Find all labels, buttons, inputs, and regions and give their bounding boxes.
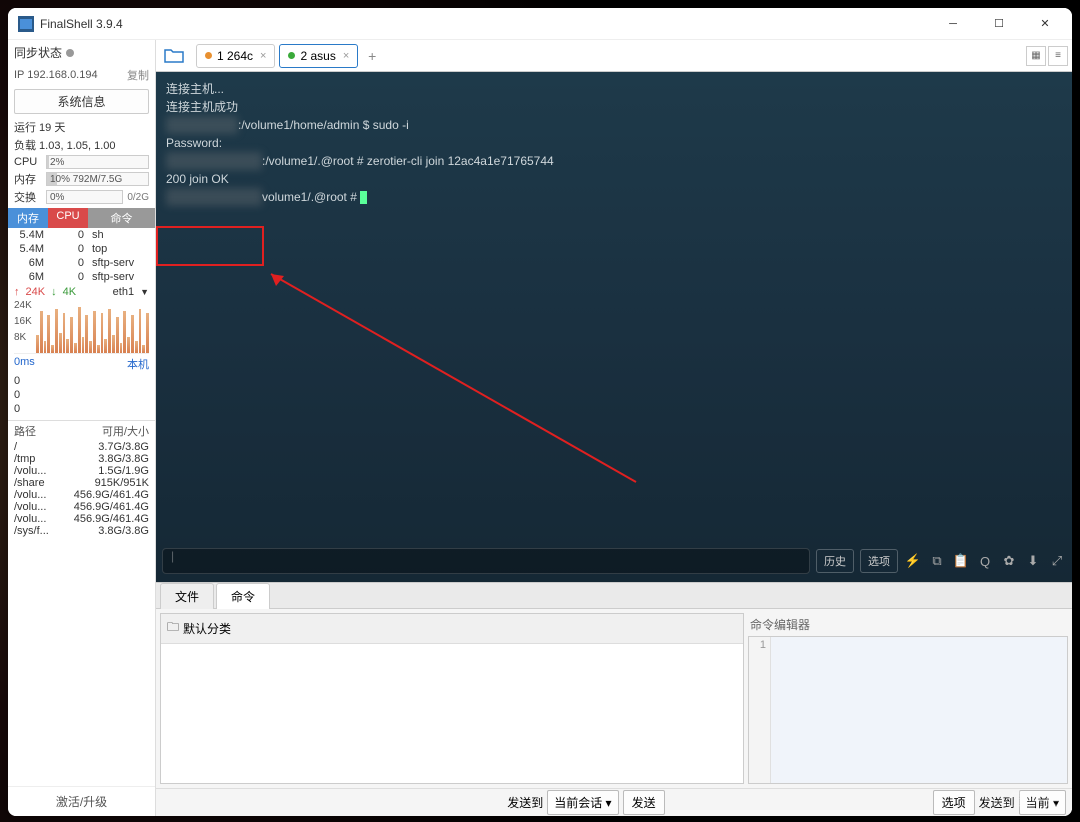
net-interface[interactable]: eth1: [113, 286, 134, 298]
sync-status: 同步状态: [8, 40, 155, 65]
copy-icon[interactable]: ⧉: [928, 553, 946, 569]
process-row[interactable]: 5.4M0top: [8, 242, 155, 256]
close-button[interactable]: ✕: [1022, 8, 1068, 40]
tab-bar: 1 264c×2 asus× + ▦ ≡: [156, 40, 1072, 72]
cpu-bar: 2%: [46, 155, 149, 169]
send-to-label: 发送到: [507, 794, 543, 811]
ping-val: 0: [8, 374, 155, 388]
list-view-button[interactable]: ≡: [1048, 46, 1068, 66]
terminal[interactable]: 连接主机...连接主机成功xxxxxxxxxxxx:/volume1/home/…: [156, 72, 1072, 582]
command-tree[interactable]: 🗀 默认分类: [160, 613, 744, 784]
bottom-panel: 文件 命令 🗀 默认分类 命令编辑器 1: [156, 582, 1072, 816]
send-to-label-2: 发送到: [979, 794, 1015, 811]
editor-gutter: 1: [749, 637, 771, 783]
options-button-2[interactable]: 选项: [933, 790, 975, 815]
disk-row[interactable]: /volu...456.9G/461.4G: [8, 489, 155, 501]
window-title: FinalShell 3.9.4: [40, 17, 930, 31]
close-tab-icon[interactable]: ×: [343, 50, 349, 62]
terminal-output[interactable]: 连接主机...连接主机成功xxxxxxxxxxxx:/volume1/home/…: [156, 72, 1072, 540]
status-dot-icon: [288, 52, 295, 59]
ping-host[interactable]: 本机: [127, 356, 149, 372]
terminal-input[interactable]: |: [162, 548, 810, 574]
process-row[interactable]: 6M0sftp-serv: [8, 270, 155, 284]
app-icon: [18, 16, 34, 32]
copy-ip-link[interactable]: 复制: [127, 67, 149, 83]
disk-row[interactable]: /volu...456.9G/461.4G: [8, 501, 155, 513]
add-tab-button[interactable]: +: [362, 48, 382, 64]
process-row[interactable]: 5.4M0sh: [8, 228, 155, 242]
gear-icon[interactable]: ✿: [1000, 553, 1018, 569]
process-header: 内存 CPU 命令: [8, 208, 155, 228]
ping-val: 0: [8, 388, 155, 402]
swap-bar: 0%: [46, 190, 123, 204]
tab-file[interactable]: 文件: [160, 583, 214, 609]
disk-header: 路径 可用/大小: [8, 420, 155, 441]
highlight-annotation: [156, 226, 264, 266]
ip-address: IP 192.168.0.194: [14, 69, 98, 81]
app-window: FinalShell 3.9.4 ─ ☐ ✕ 同步状态 IP 192.168.0…: [8, 8, 1072, 816]
options-button[interactable]: 选项: [860, 549, 898, 573]
upload-rate: 24K: [26, 286, 46, 298]
lightning-icon[interactable]: ⚡: [904, 553, 922, 569]
disk-row[interactable]: /3.7G/3.8G: [8, 441, 155, 453]
cpu-label: CPU: [14, 156, 42, 168]
default-category[interactable]: 默认分类: [183, 620, 231, 637]
network-chart: 24K 16K 8K: [14, 300, 149, 354]
open-folder-button[interactable]: [160, 44, 188, 68]
expand-icon[interactable]: ⤢: [1048, 553, 1066, 569]
editor-label: 命令编辑器: [748, 613, 1068, 636]
swap-total: 0/2G: [127, 192, 149, 203]
titlebar: FinalShell 3.9.4 ─ ☐ ✕: [8, 8, 1072, 40]
load-average: 负载 1.03, 1.05, 1.00: [8, 136, 155, 154]
chevron-down-icon[interactable]: ▼: [140, 287, 149, 297]
maximize-button[interactable]: ☐: [976, 8, 1022, 40]
session-tab[interactable]: 1 264c×: [196, 44, 275, 68]
status-dot-icon: [205, 52, 212, 59]
session-tab[interactable]: 2 asus×: [279, 44, 358, 68]
paste-icon[interactable]: 📋: [952, 553, 970, 569]
mem-bar: 10% 792M/7.5G: [46, 172, 149, 186]
search-icon[interactable]: Q: [976, 554, 994, 569]
disk-row[interactable]: /volu...456.9G/461.4G: [8, 513, 155, 525]
minimize-button[interactable]: ─: [930, 8, 976, 40]
uptime: 运行 19 天: [8, 118, 155, 136]
disk-row[interactable]: /volu...1.5G/1.9G: [8, 465, 155, 477]
grid-view-button[interactable]: ▦: [1026, 46, 1046, 66]
process-row[interactable]: 6M0sftp-serv: [8, 256, 155, 270]
sync-dot-icon: [66, 49, 74, 57]
sync-label: 同步状态: [14, 44, 62, 61]
history-button[interactable]: 历史: [816, 549, 854, 573]
download-icon[interactable]: ⬇: [1024, 553, 1042, 569]
disk-row[interactable]: /tmp3.8G/3.8G: [8, 453, 155, 465]
system-info-button[interactable]: 系统信息: [14, 89, 149, 114]
activate-upgrade-link[interactable]: 激活/升级: [8, 786, 155, 816]
tab-command[interactable]: 命令: [216, 583, 270, 609]
ping-latency: 0ms: [14, 356, 35, 372]
send-target-select-2[interactable]: 当前 ▾: [1019, 790, 1066, 815]
download-rate: 4K: [63, 286, 76, 298]
sidebar: 同步状态 IP 192.168.0.194 复制 系统信息 运行 19 天 负载…: [8, 40, 156, 816]
disk-row[interactable]: /sys/f...3.8G/3.8G: [8, 525, 155, 537]
download-icon: ↓: [51, 286, 57, 298]
command-editor[interactable]: 1: [748, 636, 1068, 784]
send-button[interactable]: 发送: [623, 790, 665, 815]
close-tab-icon[interactable]: ×: [260, 50, 266, 62]
mem-label: 内存: [14, 171, 42, 187]
upload-icon: ↑: [14, 286, 20, 298]
send-target-select[interactable]: 当前会话 ▾: [547, 790, 618, 815]
ping-val: 0: [8, 402, 155, 416]
disk-row[interactable]: /share915K/951K: [8, 477, 155, 489]
swap-label: 交换: [14, 189, 42, 205]
folder-icon: 🗀: [167, 618, 179, 639]
network-row: ↑ 24K ↓ 4K eth1 ▼: [8, 284, 155, 300]
